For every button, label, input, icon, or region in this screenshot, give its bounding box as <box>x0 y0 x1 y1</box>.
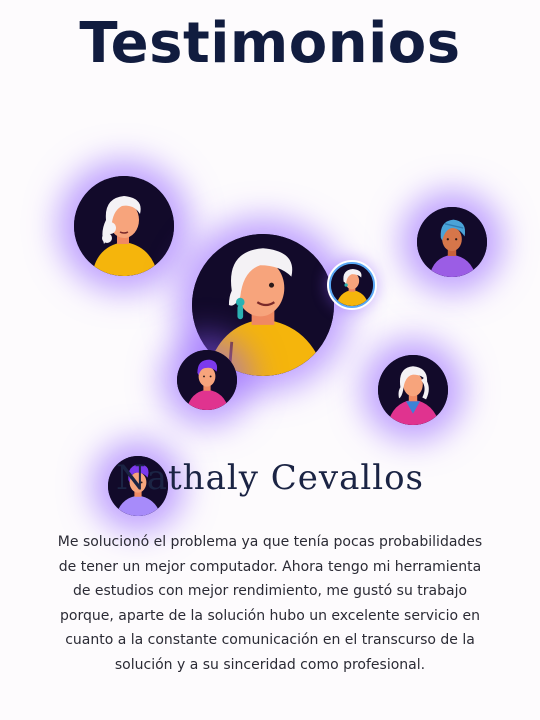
woman-avatar-icon <box>378 355 448 425</box>
testimonial-author-name: Nathaly Cevallos <box>115 458 425 498</box>
man-avatar-icon <box>177 350 237 410</box>
section-title: Testimonios <box>79 11 461 76</box>
woman-avatar-icon <box>331 264 373 306</box>
woman-avatar-icon <box>417 207 487 277</box>
testimonial-quote: Me solucionó el problema ya que tenía po… <box>57 534 483 673</box>
avatar-man-purple-hair-pink[interactable] <box>177 350 237 410</box>
avatar-woman-white-hair-yellow[interactable] <box>74 176 174 276</box>
avatar-woman-white-hair-pink-scarf[interactable] <box>378 355 448 425</box>
avatar-woman-white-hair-small-ring[interactable] <box>329 262 375 308</box>
woman-avatar-icon <box>74 176 174 276</box>
avatar-woman-blue-headscarf-purple[interactable] <box>417 207 487 277</box>
